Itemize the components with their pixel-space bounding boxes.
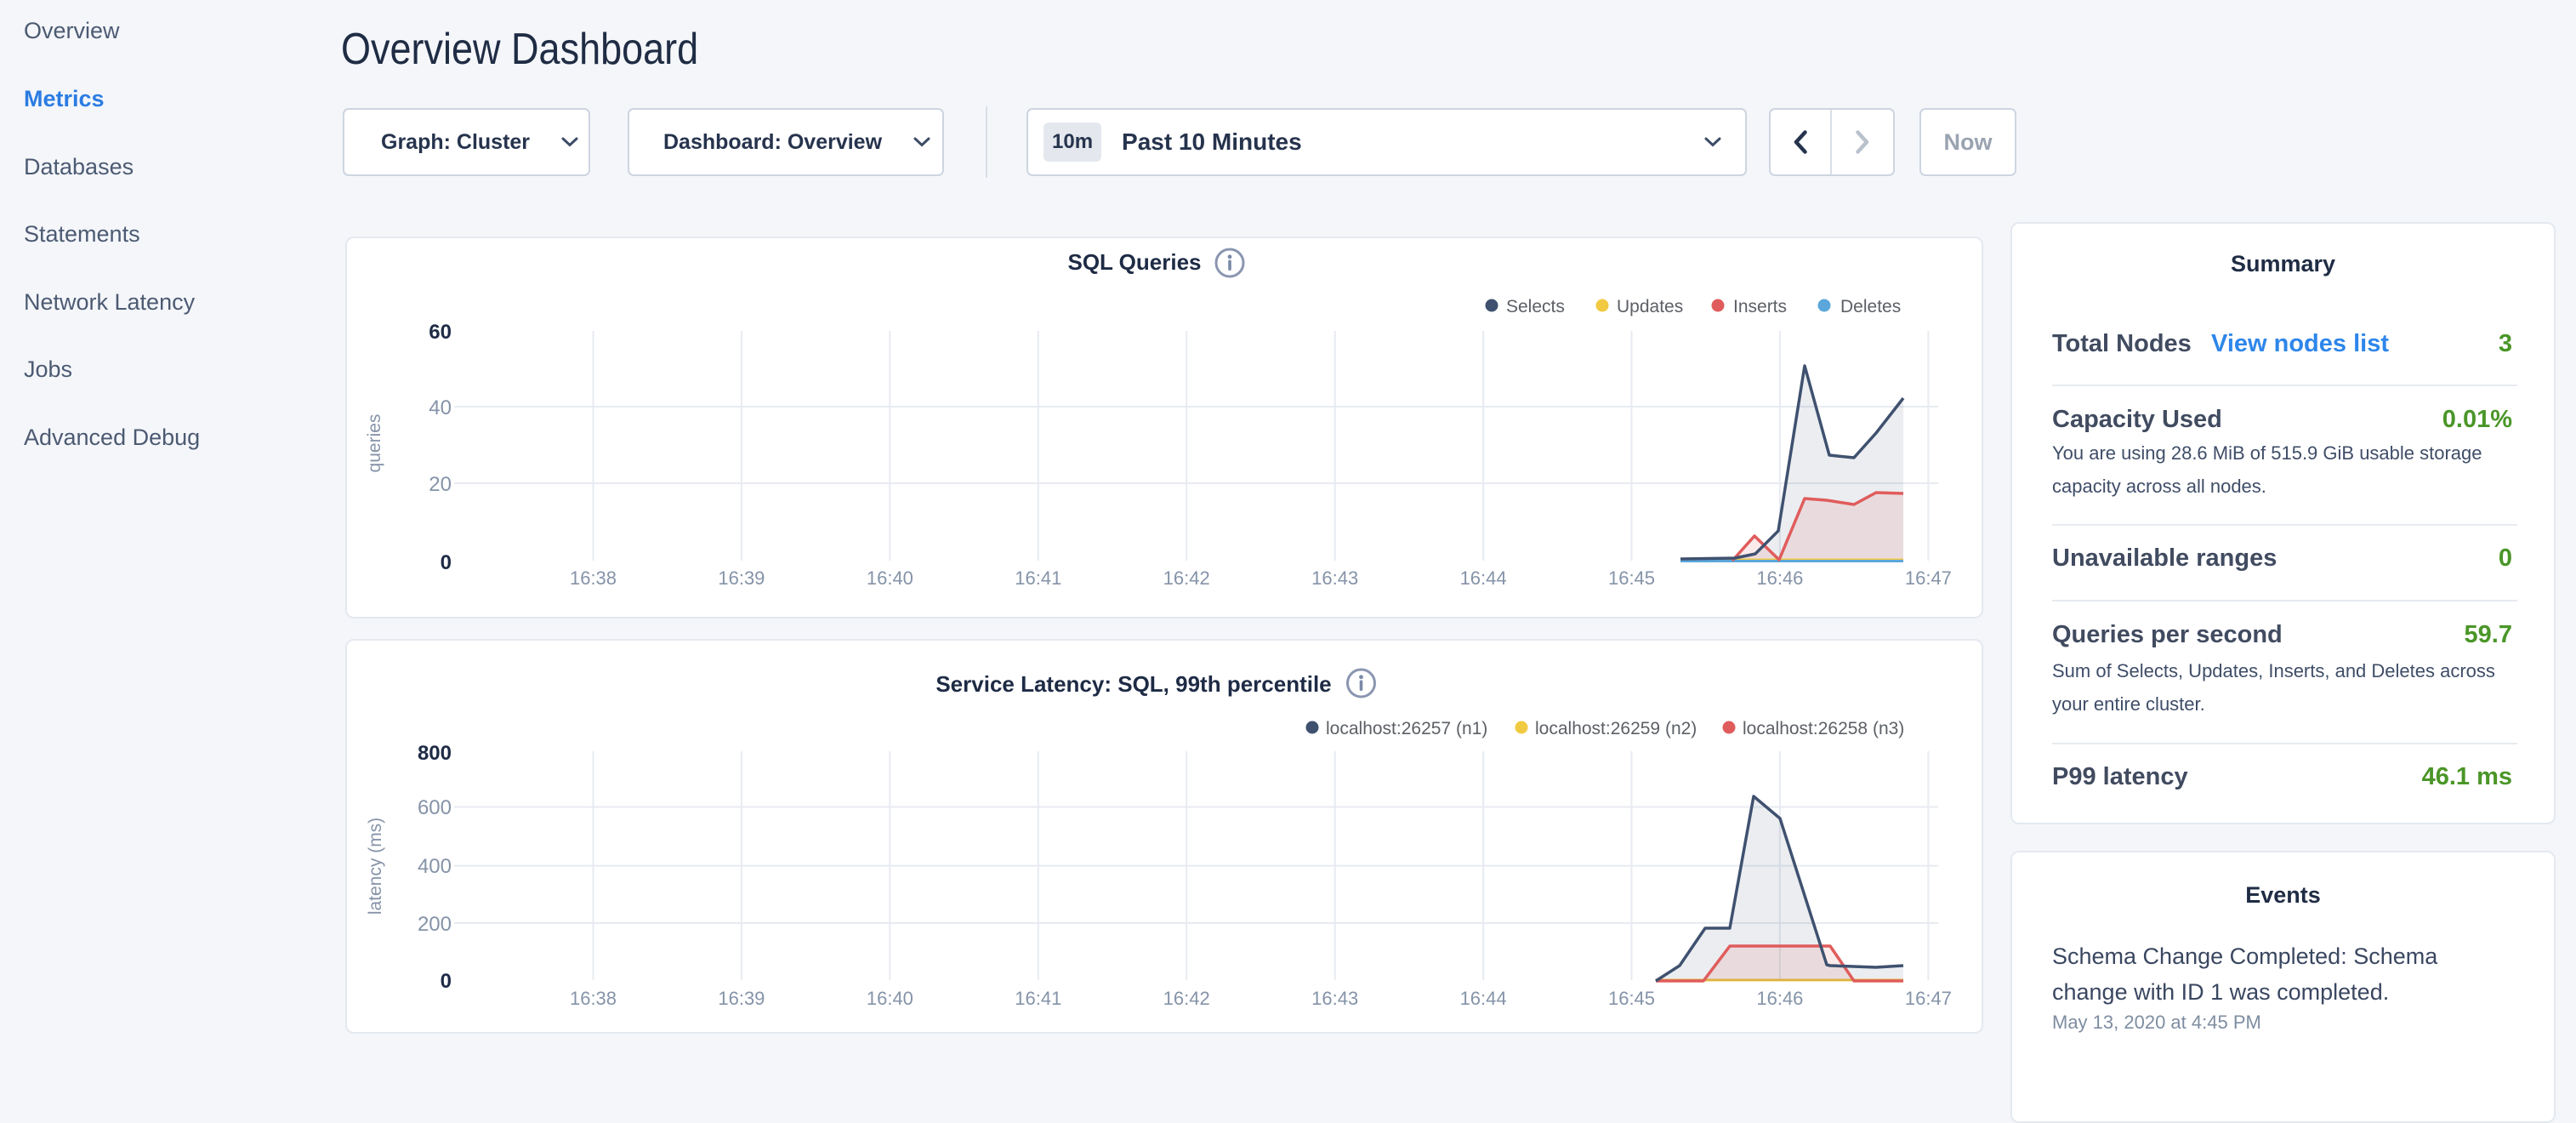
svg-text:16:39: 16:39 [718, 988, 765, 1009]
svg-text:16:39: 16:39 [718, 567, 765, 589]
svg-text:16:47: 16:47 [1905, 567, 1952, 589]
svg-text:0: 0 [441, 551, 452, 574]
svg-text:16:46: 16:46 [1756, 988, 1803, 1009]
svg-text:Service Latency: SQL, 99th per: Service Latency: SQL, 99th percentile [935, 671, 1331, 697]
svg-text:Deletes: Deletes [1840, 297, 1901, 316]
svg-text:16:43: 16:43 [1311, 988, 1358, 1009]
svg-text:Selects: Selects [1506, 297, 1565, 316]
svg-text:16:45: 16:45 [1608, 567, 1655, 589]
svg-text:600: 600 [418, 796, 452, 819]
svg-text:queries: queries [365, 414, 384, 473]
svg-text:latency (ms): latency (ms) [366, 818, 385, 915]
svg-text:0: 0 [441, 970, 452, 993]
svg-text:800: 800 [418, 742, 452, 765]
svg-text:400: 400 [418, 855, 452, 878]
svg-text:16:42: 16:42 [1163, 567, 1210, 589]
svg-text:SQL Queries: SQL Queries [1067, 249, 1201, 275]
svg-text:16:41: 16:41 [1015, 988, 1061, 1009]
svg-text:16:45: 16:45 [1608, 988, 1655, 1009]
svg-text:16:40: 16:40 [867, 567, 913, 589]
svg-text:Inserts: Inserts [1733, 297, 1787, 316]
svg-text:16:47: 16:47 [1905, 988, 1952, 1009]
svg-text:16:44: 16:44 [1460, 988, 1507, 1009]
svg-text:Updates: Updates [1617, 297, 1683, 316]
svg-text:16:40: 16:40 [867, 988, 913, 1009]
svg-text:localhost:26258 (n3): localhost:26258 (n3) [1743, 719, 1904, 738]
svg-text:localhost:26257 (n1): localhost:26257 (n1) [1326, 719, 1487, 738]
svg-text:16:41: 16:41 [1015, 567, 1061, 589]
svg-text:16:44: 16:44 [1460, 567, 1507, 589]
svg-text:60: 60 [429, 321, 452, 344]
svg-text:200: 200 [418, 913, 452, 936]
svg-text:40: 40 [429, 396, 452, 419]
svg-text:20: 20 [429, 473, 452, 496]
svg-text:16:38: 16:38 [570, 567, 617, 589]
svg-text:16:38: 16:38 [570, 988, 617, 1009]
svg-text:16:42: 16:42 [1163, 988, 1210, 1009]
svg-text:16:46: 16:46 [1756, 567, 1803, 589]
svg-text:16:43: 16:43 [1311, 567, 1358, 589]
svg-text:localhost:26259 (n2): localhost:26259 (n2) [1535, 719, 1697, 738]
